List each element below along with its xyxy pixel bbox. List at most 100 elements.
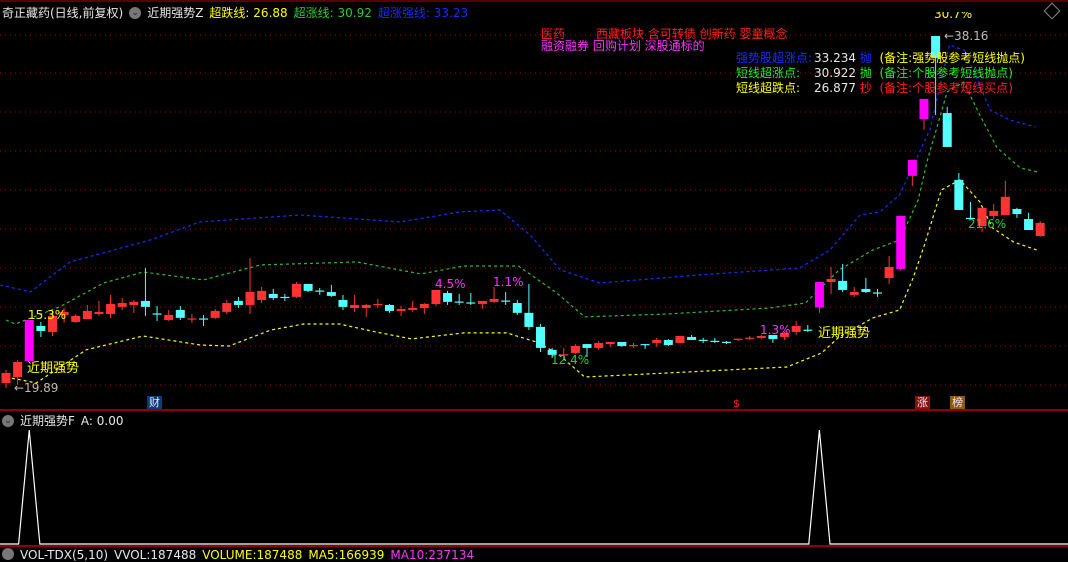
candle-body [710,340,720,342]
high-price-label: ←38.16 [944,29,989,43]
pct-label: 12.4% [551,353,590,367]
volume-pane-header: VOL-TDX(5,10) VVOL:187488 VOLUME:187488 … [2,548,474,562]
dragon-tiger-list-marker[interactable]: 榜 [950,396,965,409]
candle-body [570,345,580,353]
candle-body [361,304,371,309]
candle-body [954,179,964,210]
strong-signal-label: 近期强势 [818,326,871,341]
candle-body [94,311,104,315]
candle-body [489,298,499,302]
candle-body [652,340,662,343]
candle-body [315,290,325,292]
candle-body [350,304,360,309]
candle-body [849,292,859,295]
candle-body [36,325,46,331]
candle-body [477,300,487,304]
candle-body [617,341,627,346]
indicator-a-line [0,429,1068,545]
candle-body [640,344,650,346]
chevron-down-icon[interactable] [2,548,14,560]
candle-body [164,314,174,320]
pct-label: 15.3% [28,308,67,322]
candle-body [233,300,243,305]
candle-body [222,303,232,312]
candle-body [303,283,313,291]
pct-label: 30.7% [934,12,973,20]
chevron-down-icon[interactable]: ⌄ [2,414,14,427]
candle-body [373,303,383,306]
lower-indicator-name[interactable]: 近期强势F [20,412,75,429]
legend-row-strong: 强势股超涨点: 33.234 抛 (备注:强势股参考短线抛点) [736,51,1025,65]
candle-body [814,282,824,308]
candle-body [989,210,999,216]
candle-body [140,300,150,307]
candle-body [524,312,534,327]
candle-body [594,342,604,348]
strong-overbought-line-label: 超涨强线: 33.23 [377,6,469,20]
candle-body [721,341,731,343]
candle-body [733,338,743,340]
legend-row-oversold: 短线超跌点: 26.877 抄 (备注:个股参考短线买点) [736,81,1013,95]
overbought-line-label: 超涨线: 30.92 [293,6,372,20]
candle-body [896,215,906,269]
candle-body [106,303,116,315]
candle-body [687,336,697,341]
band-legend: 强势股超涨点: 33.234 抛 (备注:强势股参考短线抛点) 短线超涨点: 30.… [736,51,1025,96]
legend-row-overbought: 短线超涨点: 30.922 抛 (备注:个股参考短线抛点) [736,66,1013,80]
candle-body [292,283,301,297]
candle-body [24,319,34,362]
candle-body [431,289,441,304]
candle-body [396,309,406,311]
candle-body [873,292,882,294]
dollar-marker[interactable]: $ [731,397,742,410]
candle-body [628,345,638,347]
finance-marker[interactable]: 财 [147,396,162,409]
candle-body [187,318,197,320]
candle-body [861,288,871,293]
candle-body [152,313,162,315]
candle-body [326,292,336,296]
low-price-label: ←19.89 [14,381,59,395]
candle-body [384,304,394,311]
candle-body [803,329,813,331]
candle-body [408,308,418,310]
candle-body [698,339,708,342]
limit-up-marker[interactable]: 涨 [915,396,930,409]
candle-body [268,293,278,299]
candle-body [536,326,546,348]
candle-body [745,337,755,339]
pct-label: 21.6% [968,217,1007,231]
pct-label: 1.3% [760,323,791,337]
stock-title: 奇正藏药(日线,前复权) [2,6,124,20]
candle-body [13,361,23,378]
candle-body [1000,196,1010,215]
candle-body [175,309,185,318]
candle-body [82,310,92,320]
candle-body [1,372,11,383]
candle-body [838,280,848,290]
candle-body [1035,222,1045,236]
chevron-down-icon[interactable]: ⌄ [129,6,142,19]
pct-label: 4.5% [435,277,466,291]
candle-body [1024,219,1034,231]
pct-label: 1.1% [493,275,524,289]
candle-body [443,293,453,302]
candle-body [663,340,673,346]
candle-body [512,303,522,313]
candle-body [117,303,127,307]
candle-body [942,113,952,147]
candle-body [791,325,801,332]
concept-tags-2: 融资融券 回购计划 深股通标的 [541,39,705,53]
indicator-name[interactable]: 近期强势Z [147,4,203,21]
candle-body [884,266,894,278]
candle-body [419,303,429,309]
lower-indicator-value: A: 0.00 [80,413,124,428]
candle-body [1012,209,1022,215]
candle-body [199,318,209,320]
candle-body [71,315,81,322]
lower-pane-header: ⌄ 近期强势F A: 0.00 [2,412,123,429]
strong-signal-label: 近期强势 [27,361,80,376]
candle-body [454,301,464,303]
candle-body [129,301,139,305]
candle-body [280,296,290,299]
